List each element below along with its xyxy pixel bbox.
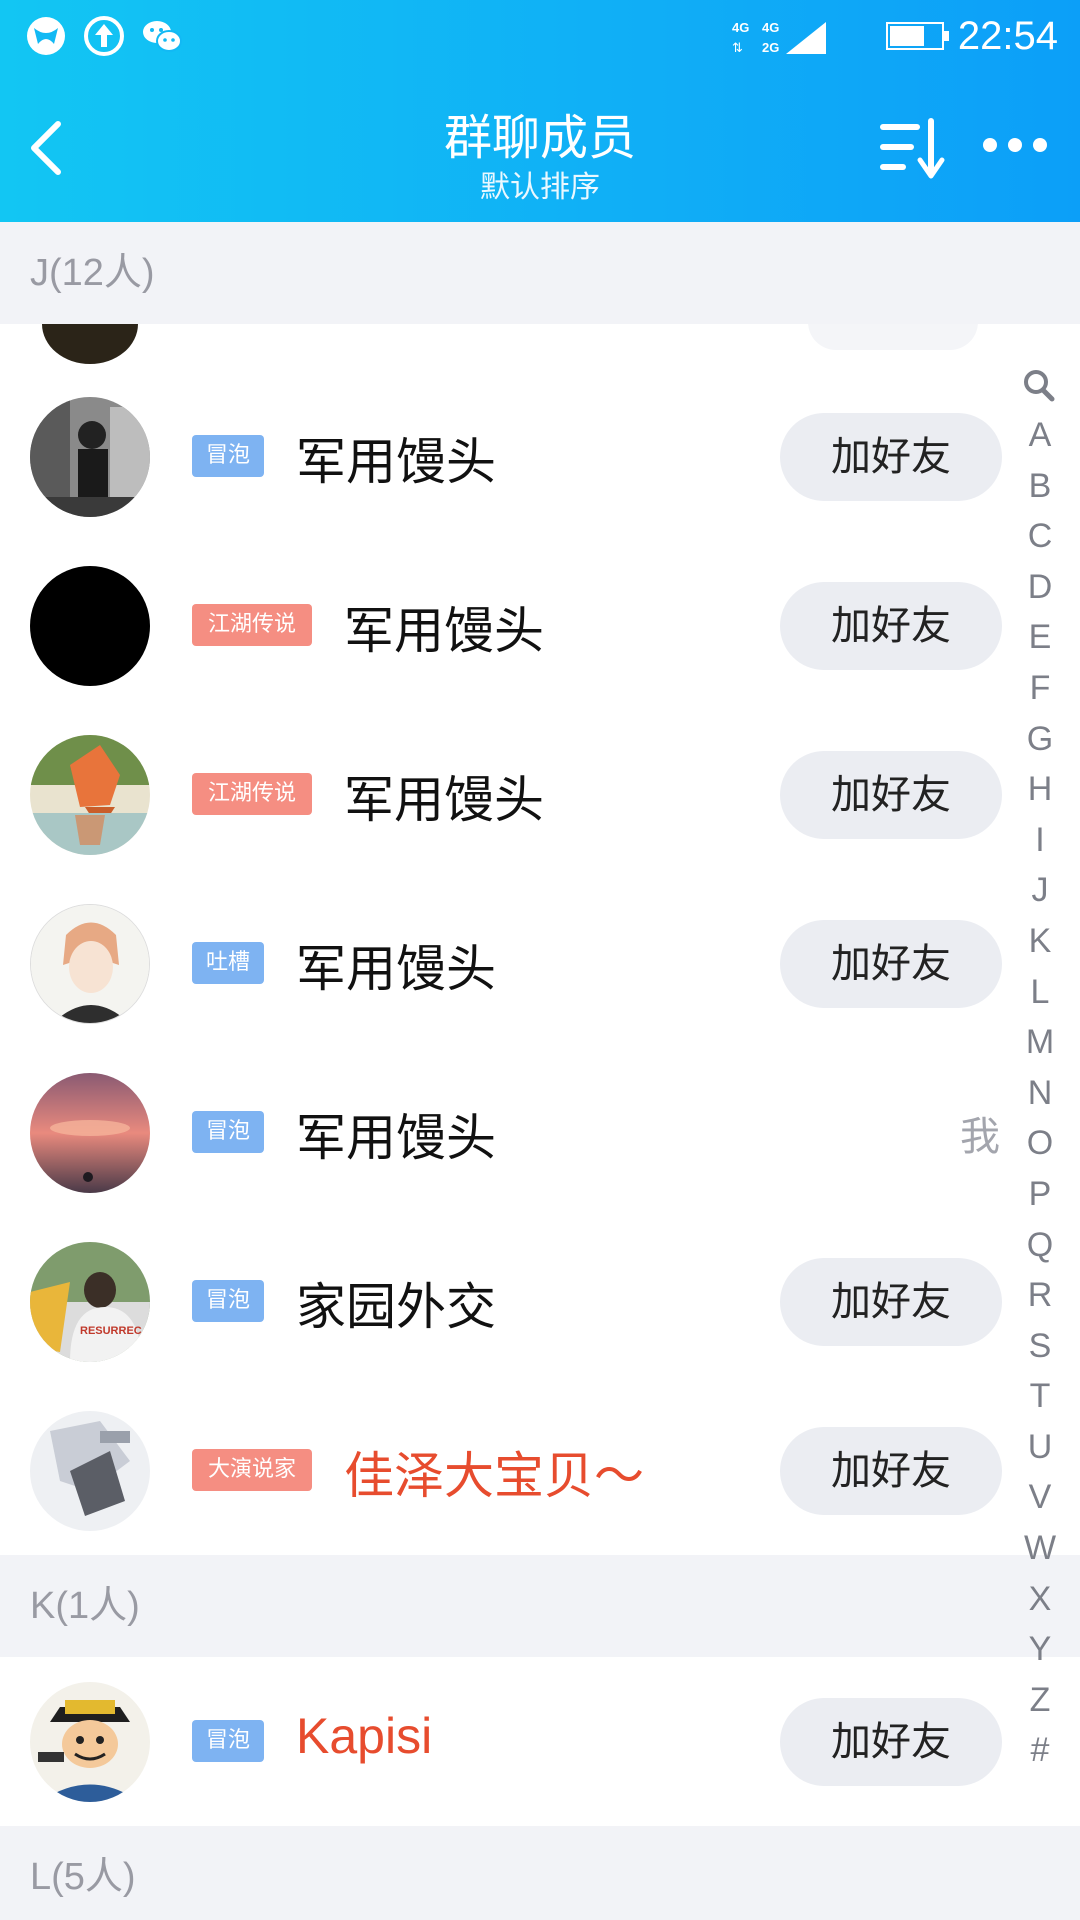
list-item[interactable]: 吐槽 军用馒头 加好友 — [0, 879, 1080, 1048]
index-letter[interactable]: M — [1018, 1017, 1062, 1068]
list-item-partial[interactable] — [0, 324, 1080, 372]
avatar: RESURREC — [30, 1242, 150, 1362]
avatar — [30, 566, 150, 686]
upload-icon — [84, 16, 124, 56]
index-letter[interactable]: # — [1018, 1725, 1062, 1776]
index-letter[interactable]: O — [1018, 1118, 1062, 1169]
section-header-k: K(1人) — [0, 1555, 1080, 1657]
self-label: 我 — [960, 1114, 1000, 1160]
wechat-icon — [143, 21, 182, 52]
avatar — [42, 324, 138, 364]
avatar — [30, 1411, 150, 1531]
status-bar: 4G ⇅ 4G 2G 22:54 — [0, 0, 1080, 72]
member-name: 军用馒头 — [296, 1109, 496, 1167]
svg-text:2G: 2G — [762, 40, 779, 55]
add-friend-button[interactable]: 加好友 — [780, 413, 1002, 501]
add-friend-button[interactable]: 加好友 — [780, 1258, 1002, 1346]
alphabet-index-bar[interactable]: A B C D E F G H I J K L M N O P Q R S T … — [1018, 364, 1062, 1776]
list-item[interactable]: 江湖传说 军用馒头 加好友 — [0, 541, 1080, 710]
avatar — [30, 1073, 150, 1193]
member-name: 家园外交 — [296, 1278, 496, 1336]
status-time: 22:54 — [957, 14, 1058, 58]
svg-text:RESURREC: RESURREC — [80, 1325, 142, 1337]
svg-text:4G: 4G — [762, 20, 779, 35]
avatar — [30, 397, 150, 517]
svg-text:⇅: ⇅ — [732, 40, 743, 55]
index-letter[interactable]: E — [1018, 612, 1062, 663]
avatar — [30, 735, 150, 855]
index-letter[interactable]: V — [1018, 1472, 1062, 1523]
vpn-icon — [27, 17, 65, 55]
add-friend-button[interactable]: 加好友 — [780, 1698, 1002, 1786]
index-letter[interactable]: T — [1018, 1371, 1062, 1422]
more-dots-icon[interactable] — [980, 130, 1050, 160]
index-letter[interactable]: F — [1018, 663, 1062, 714]
level-badge: 大演说家 — [192, 1449, 312, 1491]
index-letter[interactable]: W — [1018, 1523, 1062, 1574]
battery-icon — [886, 22, 949, 50]
index-letter[interactable]: I — [1018, 815, 1062, 866]
add-friend-button[interactable]: 加好友 — [780, 582, 1002, 670]
level-badge: 江湖传说 — [192, 773, 312, 815]
level-badge: 吐槽 — [192, 942, 264, 984]
member-name: 军用馒头 — [344, 771, 544, 829]
index-letter[interactable]: B — [1018, 461, 1062, 512]
add-friend-button[interactable]: 加好友 — [780, 920, 1002, 1008]
list-item[interactable]: 冒泡 军用馒头 加好友 — [0, 372, 1080, 541]
member-name: 军用馒头 — [296, 433, 496, 491]
index-letter[interactable]: U — [1018, 1422, 1062, 1473]
level-badge: 冒泡 — [192, 435, 264, 477]
index-letter[interactable]: L — [1018, 967, 1062, 1018]
sort-icon[interactable] — [876, 116, 946, 180]
add-friend-button[interactable]: 加好友 — [780, 751, 1002, 839]
index-letter[interactable]: X — [1018, 1574, 1062, 1625]
list-item[interactable]: 冒泡 Kapisi 加好友 — [0, 1657, 1080, 1826]
member-name: 佳泽大宝贝～ — [344, 1447, 644, 1505]
svg-text:4G: 4G — [732, 20, 749, 35]
index-letter[interactable]: N — [1018, 1068, 1062, 1119]
index-letter[interactable]: P — [1018, 1169, 1062, 1220]
section-header-j: J(12人) — [0, 222, 1080, 324]
index-letter[interactable]: S — [1018, 1321, 1062, 1372]
member-name: 军用馒头 — [344, 602, 544, 660]
section-header-l: L(5人) — [0, 1826, 1080, 1920]
level-badge: 冒泡 — [192, 1111, 264, 1153]
index-letter[interactable]: Y — [1018, 1624, 1062, 1675]
list-item-self[interactable]: 冒泡 军用馒头 我 — [0, 1048, 1080, 1217]
member-list: J(12人) 冒泡 军用馒头 加好友 江湖传说 军用馒头 加好友 江湖传说 军用… — [0, 222, 1080, 1920]
index-letter[interactable]: Z — [1018, 1675, 1062, 1726]
index-letter[interactable]: H — [1018, 764, 1062, 815]
index-letter[interactable]: D — [1018, 562, 1062, 613]
avatar — [30, 904, 150, 1024]
index-letter[interactable]: R — [1018, 1270, 1062, 1321]
member-name: 军用馒头 — [296, 940, 496, 998]
avatar — [30, 1682, 150, 1802]
add-friend-button[interactable]: 加好友 — [780, 1427, 1002, 1515]
index-letter[interactable]: Q — [1018, 1220, 1062, 1271]
index-letter[interactable]: K — [1018, 916, 1062, 967]
list-item[interactable]: 大演说家 佳泽大宝贝～ 加好友 — [0, 1386, 1080, 1555]
member-name: Kapisi — [296, 1708, 433, 1764]
level-badge: 冒泡 — [192, 1280, 264, 1322]
index-letter[interactable]: G — [1018, 714, 1062, 765]
level-badge: 江湖传说 — [192, 604, 312, 646]
index-letter[interactable]: C — [1018, 511, 1062, 562]
index-letter[interactable]: J — [1018, 865, 1062, 916]
list-item[interactable]: 江湖传说 军用馒头 加好友 — [0, 710, 1080, 879]
list-item[interactable]: RESURREC 冒泡 家园外交 加好友 — [0, 1217, 1080, 1386]
cellular-signal-icon: 4G ⇅ 4G 2G — [732, 20, 826, 55]
index-letter[interactable]: A — [1018, 410, 1062, 461]
app-header: 4G ⇅ 4G 2G 22:54 群聊成员 默认排序 — [0, 0, 1080, 222]
add-friend-button[interactable] — [808, 324, 978, 350]
index-search-icon[interactable] — [1018, 364, 1062, 410]
level-badge: 冒泡 — [192, 1720, 264, 1762]
